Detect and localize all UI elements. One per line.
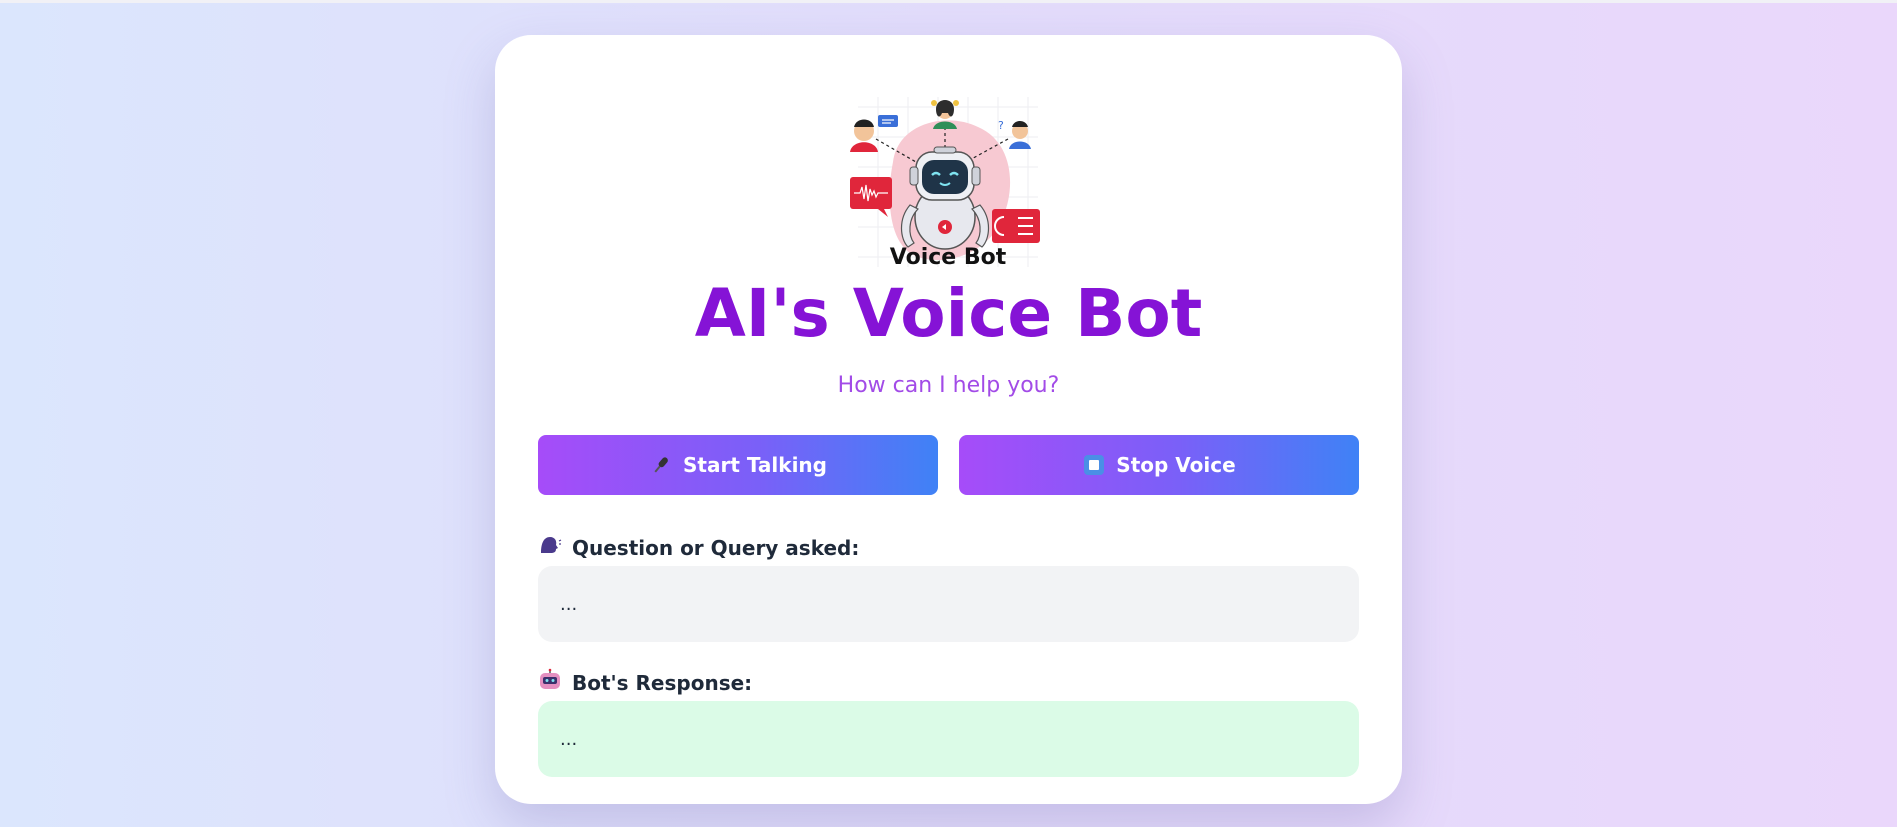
stop-voice-label: Stop Voice [1116,453,1236,477]
response-label-text: Bot's Response: [572,670,753,695]
top-border-line [0,0,1897,3]
microphone-icon [649,453,673,477]
question-display: ... [538,566,1359,642]
start-talking-button[interactable]: Start Talking [538,435,938,495]
response-value: ... [560,728,578,750]
speaking-head-icon [538,533,562,562]
svg-text:?: ? [998,119,1004,132]
robot-icon [538,668,562,697]
response-display: ... [538,701,1359,777]
question-label-text: Question or Query asked: [572,535,860,560]
question-value: ... [560,593,578,615]
question-section-label: Question or Query asked: [538,533,859,562]
illustration-caption: Voice Bot [889,245,1007,270]
stop-voice-button[interactable]: Stop Voice [959,435,1359,495]
voice-bot-card: ? Voice Bot AI's Voice Bot How can I hel… [495,35,1402,804]
page-title: AI's Voice Bot [694,275,1203,352]
response-section-label: Bot's Response: [538,668,752,697]
start-talking-label: Start Talking [683,453,827,477]
page-subtitle: How can I help you? [837,373,1060,398]
voice-bot-illustration: ? [838,67,1058,307]
stop-square-icon [1082,453,1106,477]
